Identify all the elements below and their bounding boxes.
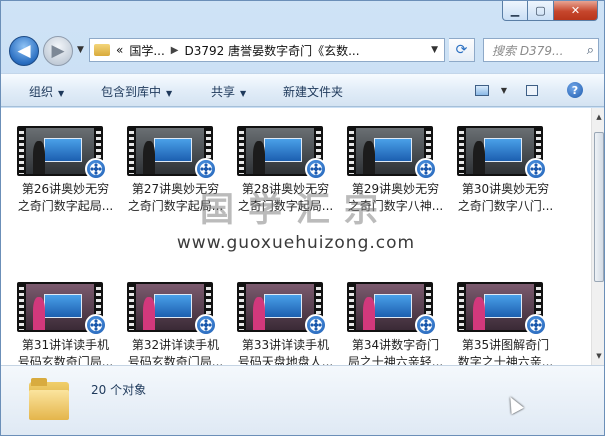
file-name-line2: 号码玄数奇门局... [17,355,114,365]
video-thumbnail [457,278,547,336]
file-name-line2: 号码天盘地盘人... [237,355,334,365]
explorer-window: ▁ ▢ ✕ ◀ ▶ ▼ « 国学... ▶ D3792 唐誉晏数字奇门《玄数..… [0,0,605,436]
file-item[interactable]: 第35讲图解奇门 数字之十神六亲... [453,278,558,365]
watermark-url: www.guoxuehuizong.com [176,233,416,253]
breadcrumb-item-parent[interactable]: 国学... [129,42,164,59]
include-in-library-menu[interactable]: 包含到库中 ▼ [101,83,172,100]
scroll-thumb[interactable] [594,132,604,282]
breadcrumb-overflow[interactable]: « [116,43,123,57]
refresh-icon: ⟳ [455,42,468,58]
back-button[interactable]: ◀ [9,36,39,66]
video-file-icon [525,158,547,180]
video-file-icon [305,158,327,180]
recent-pages-dropdown-icon[interactable]: ▼ [77,45,84,55]
file-list: 第26讲奥妙无穷 之奇门数字起局... 第27讲奥妙无穷 之奇门数字起局... … [1,108,591,365]
file-item[interactable]: 第31讲详读手机 号码玄数奇门局... [13,278,118,365]
video-thumbnail [127,278,217,336]
video-file-icon [195,158,217,180]
scroll-down-icon[interactable]: ▼ [592,349,604,363]
file-name-line1: 第34讲数字奇门 [351,338,440,352]
video-thumbnail [17,122,107,180]
refresh-button[interactable]: ⟳ [449,38,475,62]
change-view-button[interactable] [471,80,493,100]
folder-icon [29,378,69,422]
video-file-icon [525,314,547,336]
video-thumbnail [237,278,327,336]
video-thumbnail [127,122,217,180]
search-input[interactable]: 搜索 D379... ⌕ [483,38,599,62]
preview-pane-button[interactable] [521,80,543,100]
help-button[interactable]: ? [564,80,586,100]
video-file-icon [85,158,107,180]
view-icon [475,84,489,96]
video-thumbnail [17,278,107,336]
video-file-icon [415,158,437,180]
command-bar: 组织 ▼ 包含到库中 ▼ 共享 ▼ 新建文件夹 ▼ ? [1,73,604,107]
video-file-icon [85,314,107,336]
view-options-dropdown[interactable]: ▼ [493,80,515,100]
forward-button[interactable]: ▶ [43,36,73,66]
search-placeholder: 搜索 D379... [492,43,564,58]
file-item[interactable]: 第33讲详读手机 号码天盘地盘人... [233,278,338,365]
video-thumbnail [237,122,327,180]
video-thumbnail [347,278,437,336]
details-pane: 20 个对象 [1,365,604,435]
window-controls: ▁ ▢ ✕ [502,1,598,21]
chevron-right-icon[interactable]: ▶ [171,45,179,56]
new-folder-button[interactable]: 新建文件夹 [283,83,343,100]
breadcrumb-item-current[interactable]: D3792 唐誉晏数字奇门《玄数... [185,42,360,59]
chevron-down-icon: ▼ [58,89,65,98]
file-name-line2: 号码玄数奇门局... [127,355,224,365]
file-name-line2: 局之十神六亲轻... [347,355,444,365]
maximize-button[interactable]: ▢ [528,1,554,21]
share-label: 共享 [211,85,236,99]
file-name-line1: 第31讲详读手机 [21,338,110,352]
close-button[interactable]: ✕ [554,1,598,21]
file-name-line1: 第33讲详读手机 [241,338,330,352]
scroll-up-icon[interactable]: ▲ [592,110,604,124]
navigation-bar: ◀ ▶ ▼ « 国学... ▶ D3792 唐誉晏数字奇门《玄数... ▼ ⟳ … [1,33,604,69]
mouse-cursor-icon [504,393,524,415]
watermark-chinese: 国学汇宗 [200,190,392,230]
chevron-down-icon[interactable]: ▼ [431,45,438,55]
video-file-icon [305,314,327,336]
chevron-down-icon: ▼ [240,89,247,98]
chevron-down-icon: ▼ [166,89,173,98]
include-in-library-label: 包含到库中 [101,85,162,99]
address-bar[interactable]: « 国学... ▶ D3792 唐誉晏数字奇门《玄数... ▼ [89,38,445,62]
title-bar: ▁ ▢ ✕ [1,1,604,31]
file-item[interactable]: 第32讲详读手机 号码玄数奇门局... [123,278,228,365]
organize-menu[interactable]: 组织 ▼ [29,83,64,100]
folder-icon [94,44,110,56]
video-thumbnail [457,122,547,180]
help-icon: ? [567,82,583,98]
video-file-icon [415,314,437,336]
file-item[interactable]: 第34讲数字奇门 局之十神六亲轻... [343,278,448,365]
file-name-line2: 数字之十神六亲... [457,355,554,365]
new-folder-label: 新建文件夹 [283,85,344,99]
preview-pane-icon [526,84,538,96]
minimize-button[interactable]: ▁ [502,1,528,21]
search-icon[interactable]: ⌕ [587,43,594,58]
video-file-icon [195,314,217,336]
video-thumbnail [347,122,437,180]
item-count: 20 个对象 [91,383,147,397]
share-menu[interactable]: 共享 ▼ [211,83,246,100]
organize-label: 组织 [29,85,54,99]
file-name-line1: 第32讲详读手机 [131,338,220,352]
vertical-scrollbar[interactable]: ▲ ▼ [591,108,604,365]
file-name-line1: 第35讲图解奇门 [461,338,550,352]
